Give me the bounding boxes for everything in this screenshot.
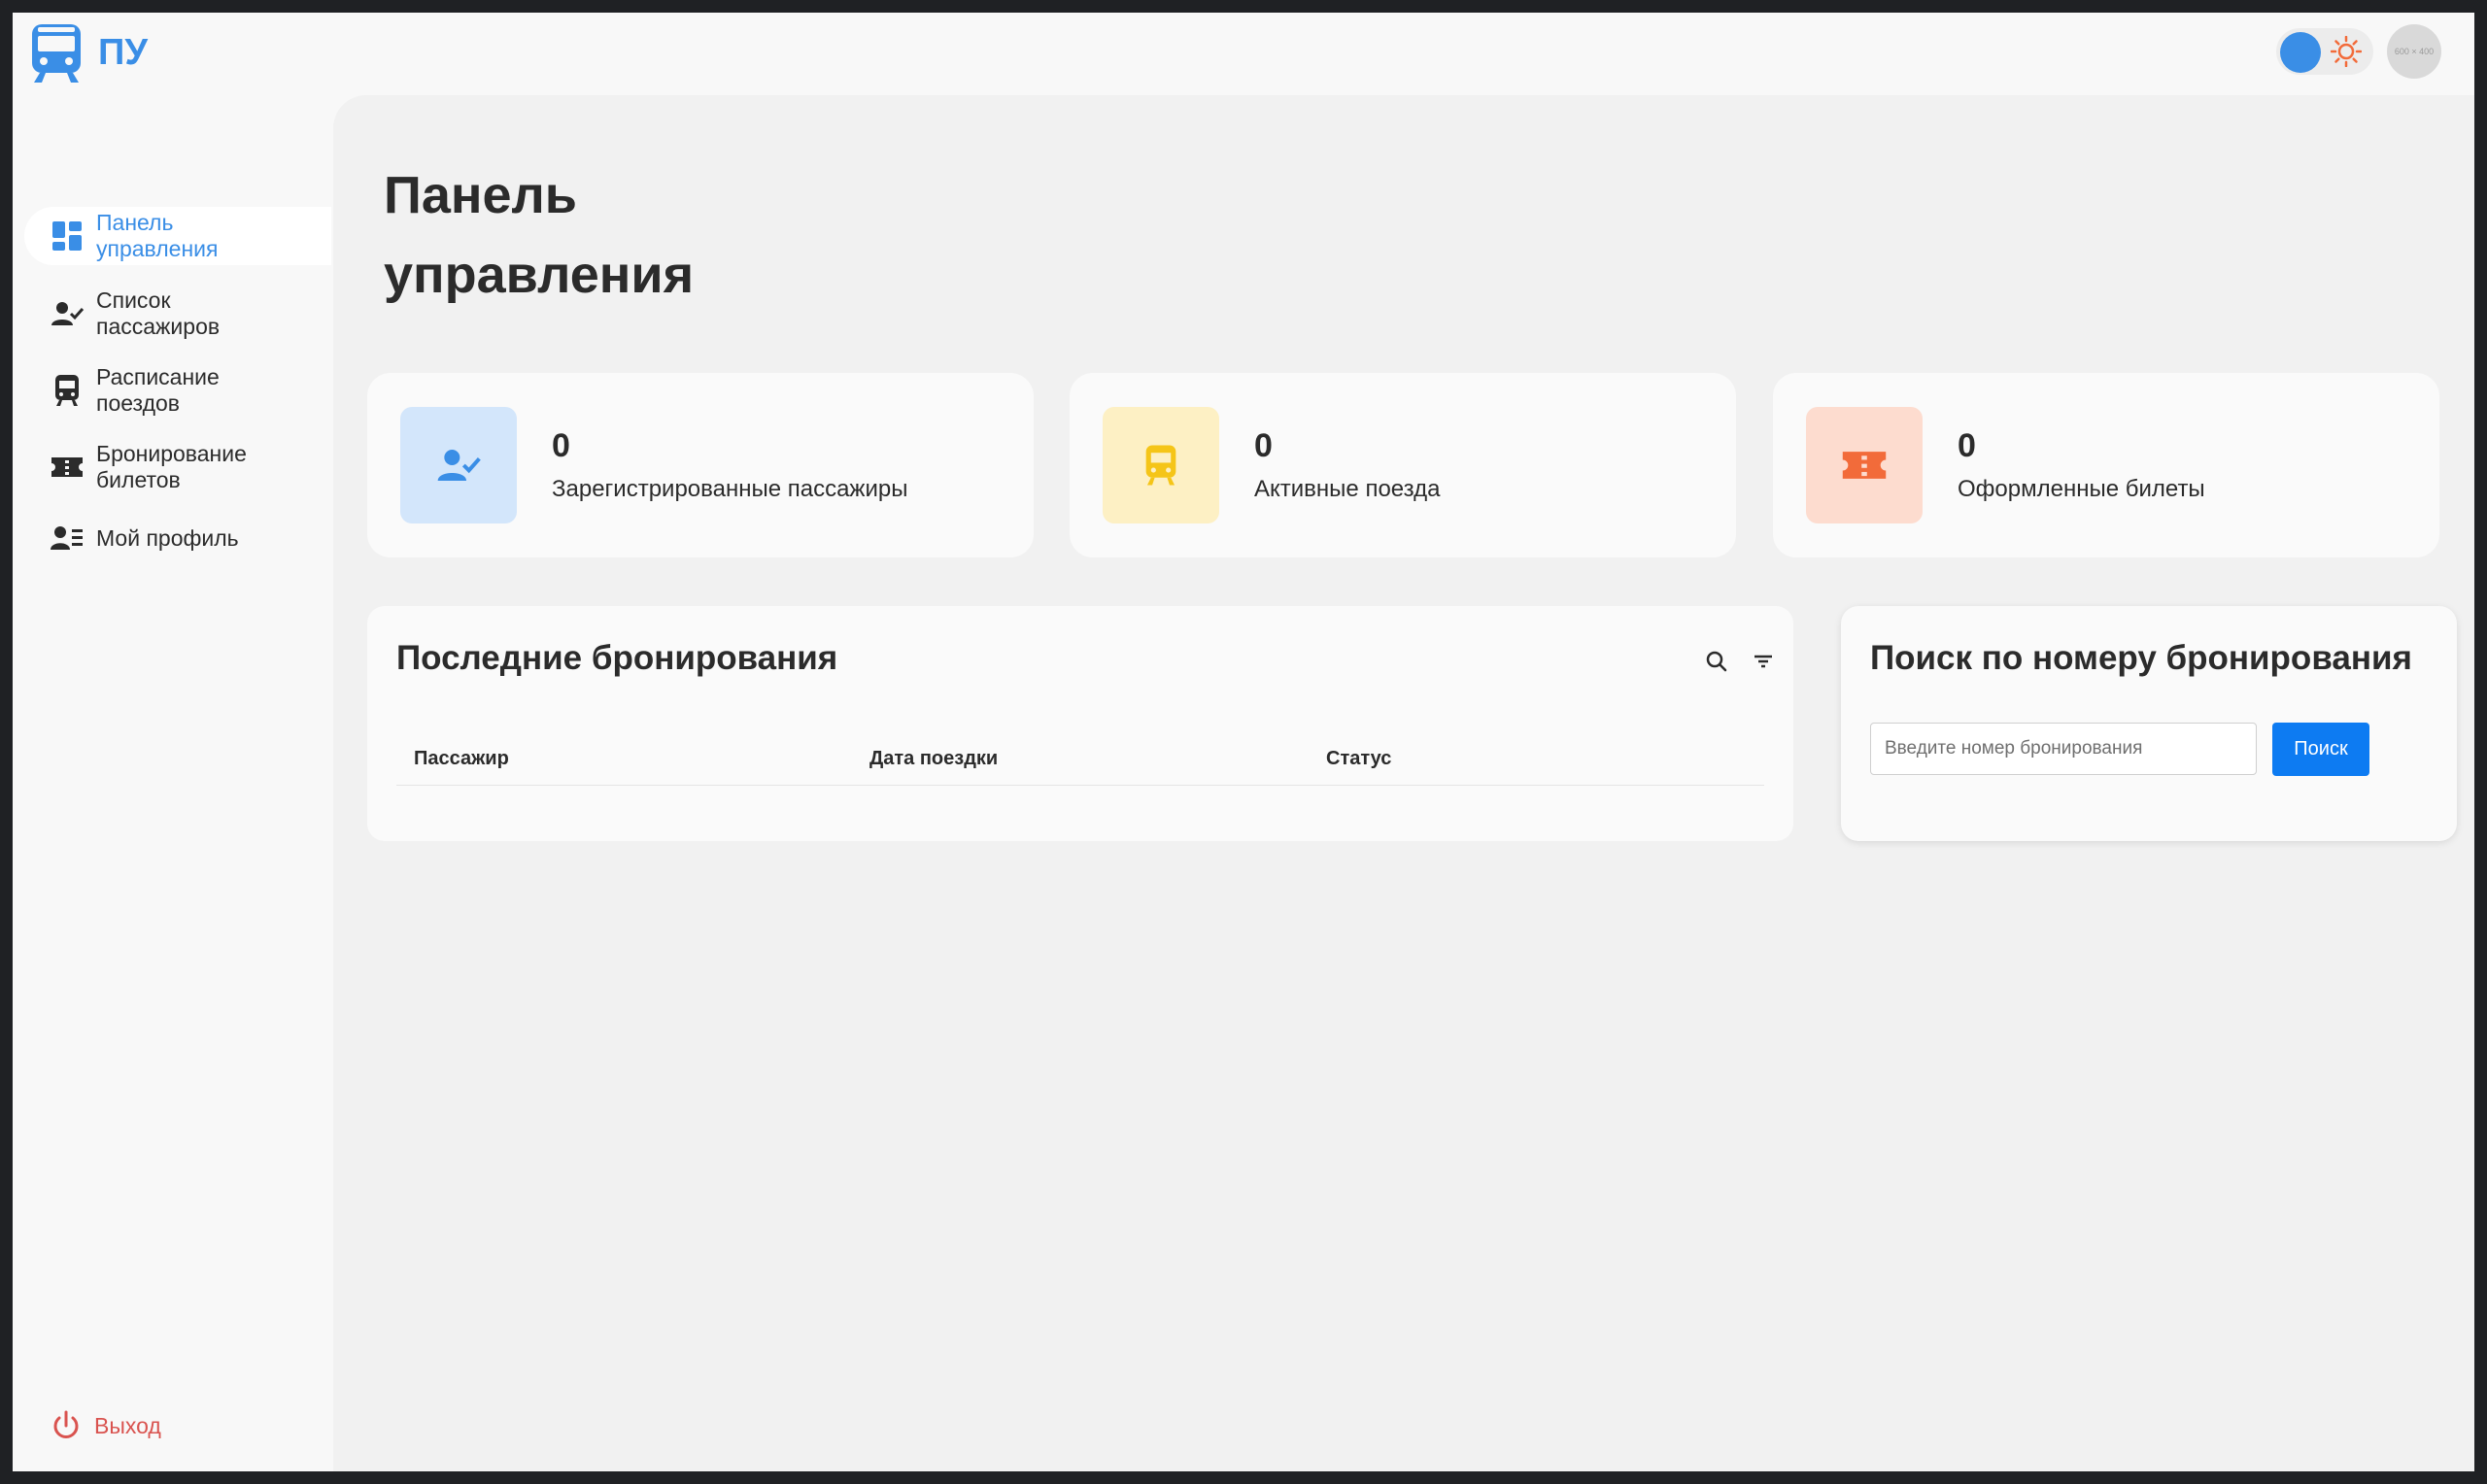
stat-label: Оформленные билеты [1958,476,2205,502]
sidebar-item-passengers[interactable]: Список пассажиров [24,285,331,343]
table-divider [396,785,1764,786]
sidebar: Панель управления Список пассажиров Расп… [13,110,333,1471]
page-title: Панель управления [384,166,695,304]
toggle-knob [2280,32,2321,73]
booking-search-panel: Поиск по номеру бронирования Поиск [1841,606,2457,841]
sidebar-item-label: Бронирование билетов [96,441,247,492]
sidebar-item-label: Мой профиль [96,524,239,551]
person-check-icon [51,302,85,325]
logout-button[interactable]: Выход [24,1401,161,1450]
sidebar-item-profile[interactable]: Мой профиль [24,509,331,567]
theme-toggle[interactable] [2276,28,2373,75]
stat-label: Зарегистрированные пассажиры [552,476,908,502]
person-check-icon [437,450,481,481]
train-icon [1145,445,1176,486]
sun-icon [2331,36,2362,67]
stat-value: 0 [552,427,570,464]
column-header-status[interactable]: Статус [1326,748,1391,770]
booking-number-input[interactable] [1870,723,2257,775]
column-header-trip-date[interactable]: Дата поездки [869,748,998,770]
stat-label: Активные поезда [1254,476,1441,502]
logout-label: Выход [94,1412,161,1438]
train-logo-icon[interactable] [30,22,83,84]
sidebar-item-label: Список пассажиров [96,287,221,339]
ticket-icon [1842,452,1887,479]
search-button[interactable]: Поиск [2272,723,2369,776]
main-content: Панель управления 0 Зарегистрированные п… [333,95,2474,1471]
sidebar-item-booking[interactable]: Бронирование билетов [24,438,331,496]
recent-bookings-title: Последние бронирования [396,639,838,677]
dashboard-icon [52,221,82,251]
column-header-passenger[interactable]: Пассажир [414,748,509,770]
avatar[interactable]: 600 × 400 [2387,24,2441,79]
app-window: ПУ 600 × 400 Панель управления Список па… [13,13,2474,1471]
booking-search-title: Поиск по номеру бронирования [1870,639,2412,677]
train-icon [55,375,79,406]
sidebar-item-label: Расписание поездов [96,364,220,416]
ticket-icon [51,457,83,477]
brand-name: ПУ [98,32,148,73]
search-icon[interactable] [1704,649,1729,674]
sidebar-item-dashboard[interactable]: Панель управления [24,207,331,265]
stat-value: 0 [1958,427,1976,464]
stat-value: 0 [1254,427,1273,464]
stat-icon-box [1103,407,1219,523]
profile-list-icon [51,526,83,550]
stat-card-tickets: 0 Оформленные билеты [1773,373,2439,557]
power-icon [53,1410,79,1438]
filter-icon[interactable] [1751,649,1776,674]
sidebar-item-label: Панель управления [96,210,219,261]
recent-bookings-panel: Последние бронирования Пассажир Дата пое… [367,606,1793,841]
stat-card-passengers: 0 Зарегистрированные пассажиры [367,373,1034,557]
stat-icon-box [1806,407,1923,523]
stat-icon-box [400,407,517,523]
sidebar-item-schedule[interactable]: Расписание поездов [24,361,331,420]
stat-card-trains: 0 Активные поезда [1070,373,1736,557]
